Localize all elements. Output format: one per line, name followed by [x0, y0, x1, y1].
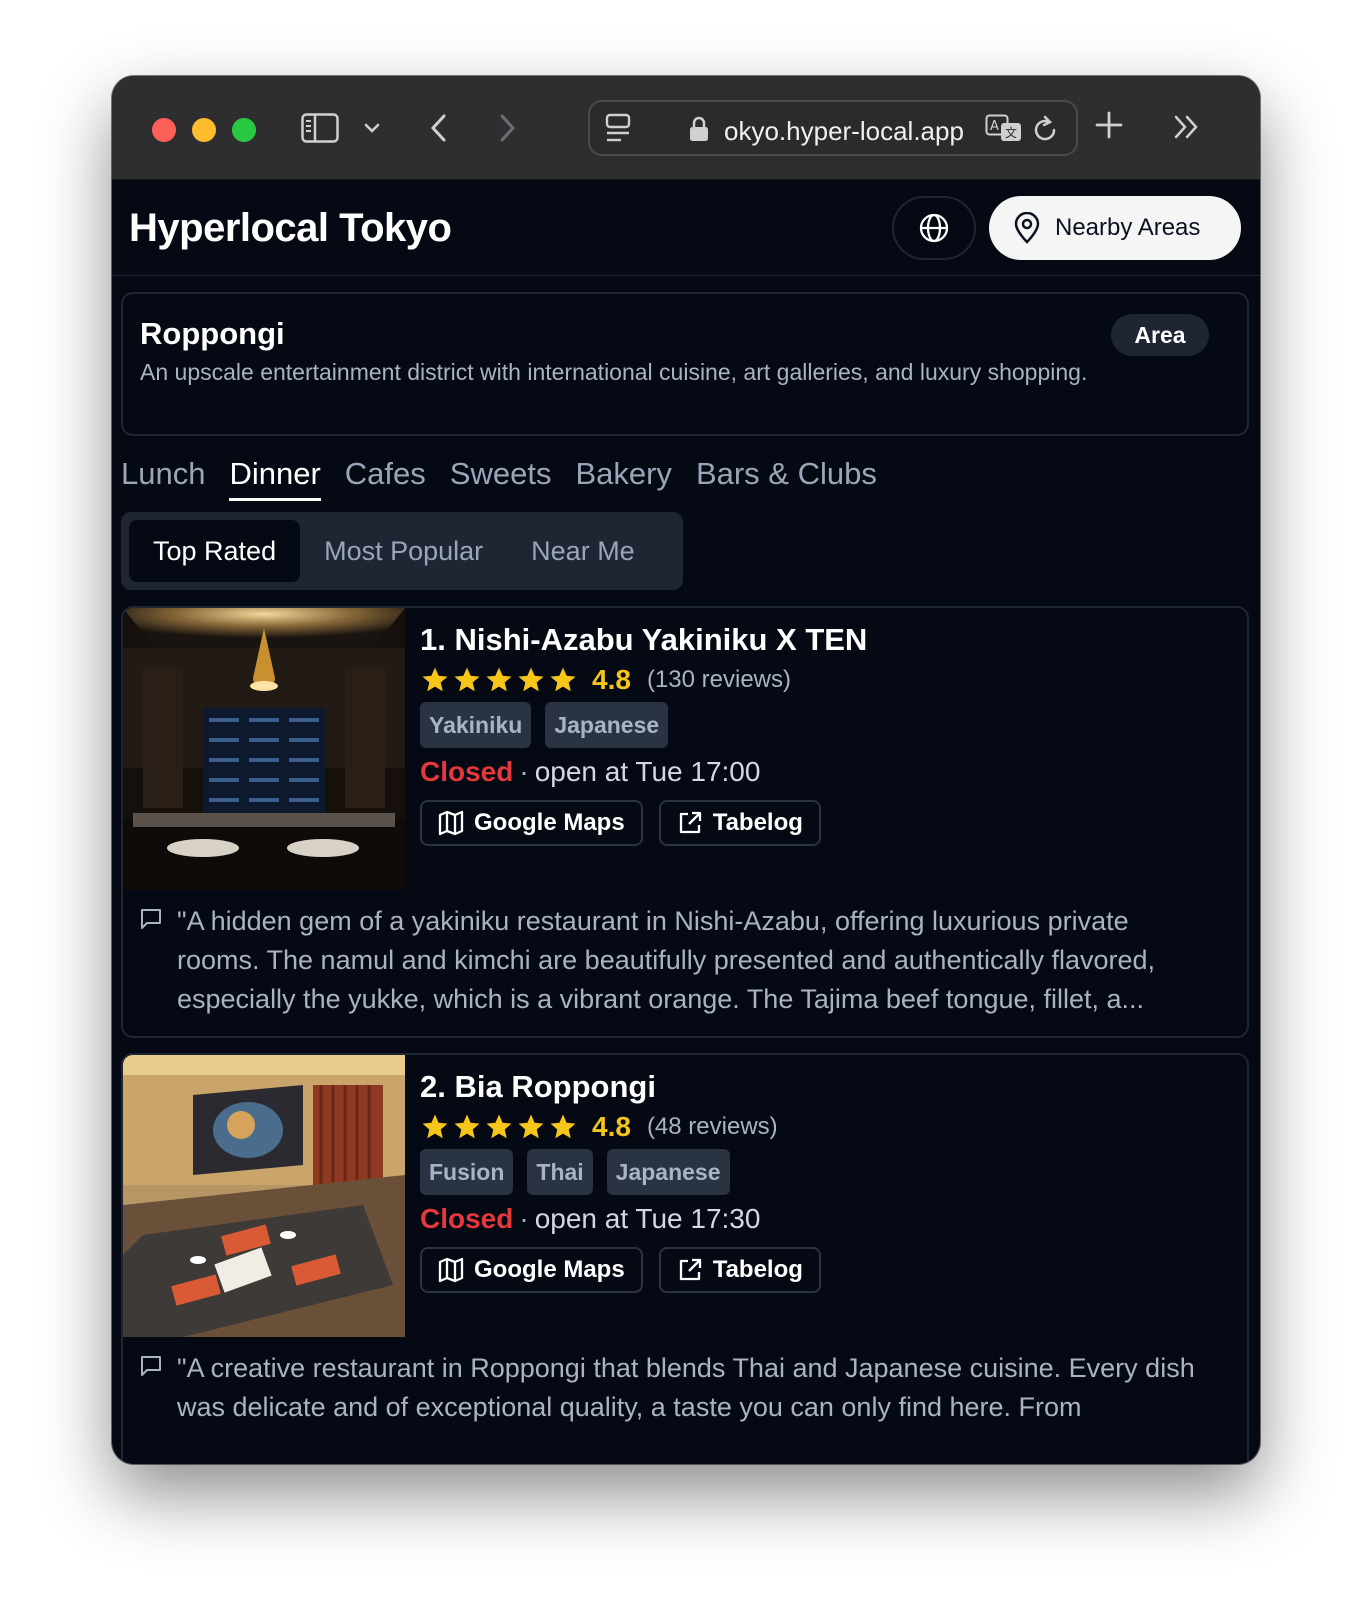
tab-bars-clubs[interactable]: Bars & Clubs [696, 456, 877, 501]
star-icon [550, 667, 576, 692]
map-icon [438, 1257, 464, 1283]
page-content: Hyperlocal Tokyo Nearby Areas Roppongi A… [112, 180, 1260, 1464]
cuisine-tags: Yakiniku Japanese [420, 702, 669, 748]
page-menu-icon[interactable] [602, 112, 634, 144]
area-info-card: Roppongi An upscale entertainment distri… [121, 292, 1249, 436]
tab-cafes[interactable]: Cafes [345, 456, 426, 501]
browser-window: okyo.hyper-local.app A文 Hyperlocal Tokyo… [112, 76, 1260, 1464]
star-icon [486, 667, 512, 692]
comment-icon [141, 1356, 161, 1376]
address-bar[interactable]: okyo.hyper-local.app A文 [588, 100, 1078, 156]
sidebar-toggle-icon[interactable] [298, 108, 342, 148]
browser-toolbar: okyo.hyper-local.app A文 [112, 76, 1260, 180]
translate-icon[interactable]: A文 [984, 112, 1024, 146]
external-links: Google Maps Tabelog [420, 1247, 821, 1293]
cuisine-tag: Yakiniku [420, 702, 532, 748]
svg-text:A: A [990, 119, 999, 134]
google-maps-button[interactable]: Google Maps [420, 800, 643, 846]
status-closed: Closed [420, 1203, 514, 1234]
opening-status: Closed · open at Tue 17:00 [420, 756, 760, 788]
rating-value: 4.8 [592, 664, 631, 695]
tab-lunch[interactable]: Lunch [121, 456, 205, 501]
restaurant-card[interactable]: 1. Nishi-Azabu Yakiniku X TEN 4.8 (130 r… [121, 606, 1249, 1038]
map-pin-icon [1014, 212, 1040, 244]
review-snippet: "A creative restaurant in Roppongi that … [177, 1353, 1195, 1422]
review-snippet: "A hidden gem of a yakiniku restaurant i… [177, 906, 1156, 1014]
external-links: Google Maps Tabelog [420, 800, 821, 846]
app-header: Hyperlocal Tokyo Nearby Areas [112, 180, 1260, 276]
tab-sweets[interactable]: Sweets [450, 456, 552, 501]
review-count: (48 reviews) [646, 1113, 778, 1140]
status-separator: · [519, 756, 529, 787]
google-maps-label: Google Maps [474, 1256, 625, 1283]
status-closed: Closed [420, 756, 514, 787]
star-icon [518, 1114, 544, 1139]
star-rating [420, 1112, 578, 1142]
close-window-button[interactable] [152, 118, 176, 142]
tab-bakery[interactable]: Bakery [575, 456, 671, 501]
next-open-time: open at Tue 17:00 [534, 756, 761, 787]
cuisine-tag: Japanese [606, 1149, 730, 1195]
status-separator: · [519, 1203, 529, 1234]
star-icon [518, 667, 544, 692]
google-maps-button[interactable]: Google Maps [420, 1247, 643, 1293]
app-title: Hyperlocal Tokyo [129, 206, 452, 250]
language-button[interactable] [892, 196, 976, 260]
tab-dinner[interactable]: Dinner [229, 456, 321, 501]
restaurant-photo[interactable] [123, 1055, 405, 1337]
area-name: Roppongi [140, 316, 285, 351]
google-maps-label: Google Maps [474, 809, 625, 836]
tabelog-button[interactable]: Tabelog [658, 800, 821, 846]
reload-icon[interactable] [1030, 114, 1060, 144]
nearby-areas-button[interactable]: Nearby Areas [989, 196, 1241, 260]
sort-most-popular[interactable]: Most Popular [300, 520, 507, 582]
restaurant-card[interactable]: 2. Bia Roppongi 4.8 (48 reviews) Fusion … [121, 1053, 1249, 1464]
next-open-time: open at Tue 17:30 [534, 1203, 761, 1234]
new-tab-plus-icon[interactable] [1092, 108, 1126, 142]
category-tabs: Lunch Dinner Cafes Sweets Bakery Bars & … [121, 456, 877, 501]
svg-text:文: 文 [1005, 125, 1017, 140]
comment-icon [141, 909, 161, 929]
forward-arrow-icon[interactable] [494, 108, 522, 148]
map-icon [438, 810, 464, 836]
review-count: (130 reviews) [646, 666, 791, 693]
chevron-down-icon[interactable] [360, 116, 384, 140]
star-icon [454, 667, 480, 692]
rating-value: 4.8 [592, 1111, 631, 1142]
star-icon [454, 1114, 480, 1139]
restaurant-name[interactable]: 2. Bia Roppongi [420, 1069, 656, 1105]
url-text: okyo.hyper-local.app [724, 116, 964, 146]
star-icon [486, 1114, 512, 1139]
sort-top-rated[interactable]: Top Rated [129, 520, 301, 582]
star-icon [422, 1114, 448, 1139]
sort-near-me[interactable]: Near Me [507, 520, 659, 582]
tabelog-button[interactable]: Tabelog [658, 1247, 821, 1293]
tab-overview-chevrons-icon[interactable] [1170, 110, 1204, 144]
rating-row: 4.8 (48 reviews) [420, 1111, 778, 1143]
sort-toggle: Top Rated Most Popular Near Me [121, 512, 683, 590]
tabelog-label: Tabelog [712, 1256, 803, 1283]
cuisine-tag: Thai [527, 1149, 593, 1195]
tabelog-label: Tabelog [712, 809, 803, 836]
rating-row: 4.8 (130 reviews) [420, 664, 791, 696]
minimize-window-button[interactable] [192, 118, 216, 142]
restaurant-photo[interactable] [123, 608, 405, 890]
area-badge: Area [1111, 314, 1209, 356]
zoom-window-button[interactable] [232, 118, 256, 142]
cuisine-tags: Fusion Thai Japanese [420, 1149, 730, 1195]
external-link-icon [679, 1258, 701, 1281]
restaurant-name[interactable]: 1. Nishi-Azabu Yakiniku X TEN [420, 622, 867, 658]
cuisine-tag: Japanese [545, 702, 669, 748]
star-rating [420, 665, 578, 695]
cuisine-tag: Fusion [420, 1149, 514, 1195]
nearby-areas-label: Nearby Areas [1055, 214, 1201, 241]
opening-status: Closed · open at Tue 17:30 [420, 1203, 760, 1235]
external-link-icon [679, 811, 701, 834]
star-icon [422, 667, 448, 692]
back-arrow-icon[interactable] [424, 108, 452, 148]
lock-icon [686, 114, 712, 144]
globe-icon [919, 213, 949, 243]
area-description: An upscale entertainment district with i… [140, 359, 1088, 385]
star-icon [550, 1114, 576, 1139]
